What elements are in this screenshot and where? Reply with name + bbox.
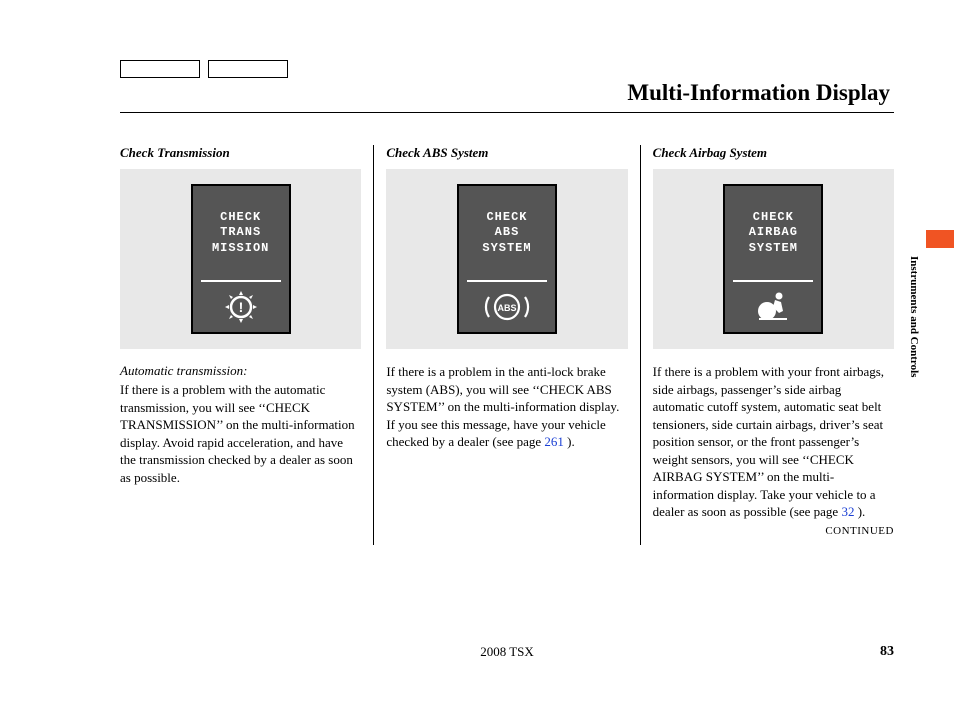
section-tab bbox=[926, 230, 954, 248]
page-title: Multi-Information Display bbox=[120, 80, 894, 106]
screen-text: CHECK ABS SYSTEM bbox=[459, 186, 555, 280]
svg-text:!: ! bbox=[238, 299, 243, 315]
header-placeholder-boxes bbox=[120, 60, 894, 78]
column-check-airbag: Check Airbag System CHECK AIRBAG SYSTEM bbox=[641, 145, 894, 545]
manual-page: Multi-Information Display Instruments an… bbox=[0, 0, 954, 710]
body-post: ). bbox=[854, 504, 865, 519]
page-reference-link[interactable]: 261 bbox=[544, 434, 564, 449]
column-check-abs: Check ABS System CHECK ABS SYSTEM bbox=[374, 145, 639, 545]
screen-line: AIRBAG bbox=[749, 225, 798, 241]
screen-line: SYSTEM bbox=[749, 241, 798, 257]
body-text: If there is a problem with your front ai… bbox=[653, 363, 894, 521]
screen-text: CHECK TRANS MISSION bbox=[193, 186, 289, 280]
display-illustration: CHECK AIRBAG SYSTEM bbox=[653, 169, 894, 349]
screen-mockup: CHECK AIRBAG SYSTEM bbox=[723, 184, 823, 334]
body-pre: If there is a problem with your front ai… bbox=[653, 364, 884, 519]
svg-text:ABS: ABS bbox=[497, 303, 516, 313]
page-reference-link[interactable]: 32 bbox=[841, 504, 854, 519]
column-title: Check ABS System bbox=[386, 145, 627, 161]
screen-line: ABS bbox=[495, 225, 520, 241]
page-number: 83 bbox=[880, 644, 894, 660]
column-title: Check Airbag System bbox=[653, 145, 894, 161]
column-title: Check Transmission bbox=[120, 145, 361, 161]
airbag-icon bbox=[725, 282, 821, 332]
body-text: If there is a problem in the anti-lock b… bbox=[386, 363, 627, 451]
abs-icon: ABS bbox=[459, 282, 555, 332]
gear-warning-icon: ! bbox=[193, 282, 289, 332]
footer-model-year: 2008 TSX bbox=[480, 644, 534, 660]
section-side-label: Instruments and Controls bbox=[908, 256, 920, 377]
screen-line: CHECK bbox=[220, 210, 261, 226]
title-divider bbox=[120, 112, 894, 113]
screen-text: CHECK AIRBAG SYSTEM bbox=[725, 186, 821, 280]
header-box bbox=[208, 60, 288, 78]
screen-line: TRANS bbox=[220, 225, 261, 241]
screen-line: SYSTEM bbox=[482, 241, 531, 257]
screen-line: MISSION bbox=[212, 241, 269, 257]
display-illustration: CHECK ABS SYSTEM ABS bbox=[386, 169, 627, 349]
screen-mockup: CHECK ABS SYSTEM ABS bbox=[457, 184, 557, 334]
header-box bbox=[120, 60, 200, 78]
body-post: ). bbox=[564, 434, 575, 449]
content-columns: Check Transmission CHECK TRANS MISSION bbox=[120, 145, 894, 545]
screen-line: CHECK bbox=[486, 210, 527, 226]
display-illustration: CHECK TRANS MISSION ! bbox=[120, 169, 361, 349]
column-check-transmission: Check Transmission CHECK TRANS MISSION bbox=[120, 145, 373, 545]
sub-note: Automatic transmission: bbox=[120, 363, 361, 379]
body-pre: If there is a problem in the anti-lock b… bbox=[386, 364, 619, 449]
page-footer: 2008 TSX 83 bbox=[120, 644, 894, 660]
continued-label: CONTINUED bbox=[653, 525, 894, 537]
screen-mockup: CHECK TRANS MISSION ! bbox=[191, 184, 291, 334]
screen-line: CHECK bbox=[753, 210, 794, 226]
body-text: If there is a problem with the automatic… bbox=[120, 381, 361, 486]
